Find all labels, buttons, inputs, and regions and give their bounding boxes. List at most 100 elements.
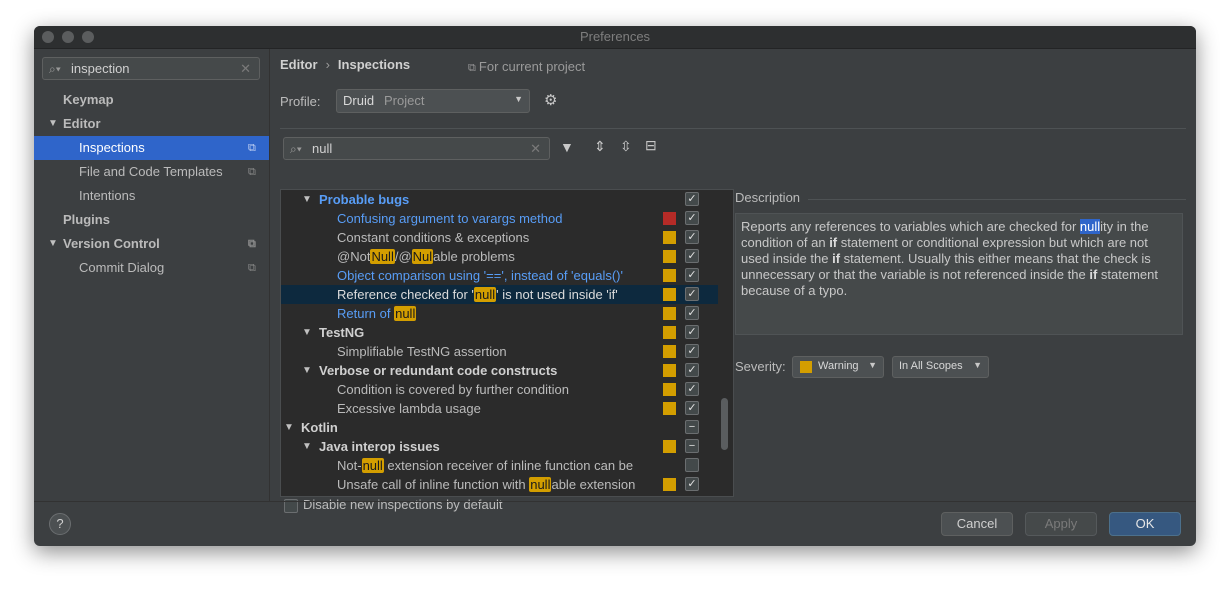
tree-scrollbar[interactable] (721, 398, 728, 450)
clear-search-icon[interactable]: ✕ (240, 61, 251, 77)
collapse-all-icon[interactable]: ⇳ (620, 138, 632, 155)
tree-row-label: @NotNull/@Nulable problems (337, 249, 515, 264)
severity-select[interactable]: Warning ▼ (792, 356, 884, 378)
severity-warning-swatch (800, 361, 812, 373)
sidebar-item-editor[interactable]: ▼ Editor (34, 112, 269, 136)
tree-row-unsafe-call-inline[interactable]: Unsafe call of inline function with null… (281, 475, 718, 494)
tree-row-label: Kotlin (301, 420, 338, 435)
tree-row-return-of-null[interactable]: Return of null ✓ (281, 304, 718, 323)
project-scope-icon: ⧉ (248, 166, 256, 178)
expand-arrow-icon[interactable]: ▼ (302, 323, 312, 342)
title-bar: Preferences (34, 26, 1196, 49)
enabled-checkbox[interactable]: ✓ (685, 477, 699, 491)
search-icon: ⌕▾ (290, 142, 302, 156)
enabled-checkbox[interactable]: ✓ (685, 401, 699, 415)
enabled-checkbox[interactable]: ✓ (685, 382, 699, 396)
chevron-down-icon: ▼ (514, 94, 523, 104)
tree-group-kotlin[interactable]: ▼ Kotlin − (281, 418, 718, 437)
settings-search-input[interactable]: ⌕▾ inspection ✕ (42, 57, 260, 80)
tree-row-excessive-lambda[interactable]: Excessive lambda usage ✓ (281, 399, 718, 418)
tree-row-label: Condition is covered by further conditio… (337, 382, 569, 397)
sidebar-item-label: Commit Dialog (79, 260, 165, 275)
sidebar-item-label: Editor (63, 116, 101, 131)
partial-checkbox[interactable]: − (685, 420, 699, 434)
help-button[interactable]: ? (49, 513, 71, 535)
filter-icon[interactable]: ▼ (560, 139, 574, 155)
expand-arrow-icon[interactable]: ▼ (48, 112, 58, 136)
tree-row-reference-checked-for-null[interactable]: Reference checked for 'null' is not used… (281, 285, 718, 304)
severity-warning-swatch (663, 269, 676, 282)
severity-warning-swatch (663, 402, 676, 415)
tree-group-verbose-redundant[interactable]: ▼ Verbose or redundant code constructs ✓ (281, 361, 718, 380)
ok-button[interactable]: OK (1109, 512, 1181, 536)
enabled-checkbox[interactable]: ✓ (685, 230, 699, 244)
expand-arrow-icon[interactable]: ▼ (48, 232, 58, 256)
inspection-tree: ▼ Probable bugs ✓ Confusing argument to … (280, 189, 734, 497)
sidebar-item-commit-dialog[interactable]: Commit Dialog ⧉ (34, 256, 269, 280)
minimize-window-icon[interactable] (62, 31, 74, 43)
sidebar-item-inspections[interactable]: Inspections ⧉ (34, 136, 269, 160)
expand-arrow-icon[interactable]: ▼ (302, 361, 312, 380)
expand-arrow-icon[interactable]: ▼ (302, 437, 312, 456)
divider (34, 501, 1196, 502)
profile-select[interactable]: Druid Project ▼ (336, 89, 530, 113)
tree-group-probable-bugs[interactable]: ▼ Probable bugs ✓ (281, 190, 718, 209)
description-title: Description (735, 190, 801, 205)
partial-checkbox[interactable]: − (685, 439, 699, 453)
tree-row-notnull-nullable[interactable]: @NotNull/@Nulable problems ✓ (281, 247, 718, 266)
tree-row-object-comparison[interactable]: Object comparison using '==', instead of… (281, 266, 718, 285)
severity-error-swatch (663, 212, 676, 225)
tree-row-condition-covered[interactable]: Condition is covered by further conditio… (281, 380, 718, 399)
enabled-checkbox[interactable]: ✓ (685, 287, 699, 301)
tree-row-constant-conditions[interactable]: Constant conditions & exceptions ✓ (281, 228, 718, 247)
expand-arrow-icon[interactable]: ▼ (302, 190, 312, 209)
enabled-checkbox[interactable] (685, 458, 699, 472)
chevron-down-icon: ▼ (973, 360, 982, 370)
apply-button[interactable]: Apply (1025, 512, 1097, 536)
enabled-checkbox[interactable]: ✓ (685, 344, 699, 358)
profile-name: Druid (343, 93, 375, 108)
sidebar-item-version-control[interactable]: ▼ Version Control ⧉ (34, 232, 269, 256)
scope-note: ⧉ For current project (468, 59, 585, 75)
enabled-checkbox[interactable]: ✓ (685, 192, 699, 206)
tree-group-testng[interactable]: ▼ TestNG ✓ (281, 323, 718, 342)
cancel-button[interactable]: Cancel (941, 512, 1013, 536)
breadcrumb-editor[interactable]: Editor (280, 57, 318, 72)
profile-label: Profile: (280, 94, 321, 109)
clear-filter-icon[interactable]: ✕ (530, 141, 541, 157)
enabled-checkbox[interactable]: ✓ (685, 268, 699, 282)
settings-sidebar: ⌕▾ inspection ✕ Keymap ▼ Editor Inspecti… (34, 49, 270, 501)
enabled-checkbox[interactable]: ✓ (685, 249, 699, 263)
sidebar-item-label: Plugins (63, 212, 110, 227)
enabled-checkbox[interactable]: ✓ (685, 325, 699, 339)
severity-warning-swatch (663, 326, 676, 339)
enabled-checkbox[interactable]: ✓ (685, 211, 699, 225)
tree-row-label: TestNG (319, 325, 365, 340)
inspection-filter-input[interactable]: ⌕▾ null ✕ (283, 137, 550, 160)
expand-all-icon[interactable]: ⇕ (594, 138, 606, 155)
tree-group-java-interop[interactable]: ▼ Java interop issues − (281, 437, 718, 456)
reset-icon[interactable]: ⊟ (645, 137, 657, 154)
gear-icon[interactable]: ⚙ (544, 91, 557, 109)
sidebar-item-plugins[interactable]: Plugins (34, 208, 269, 232)
tree-row-simplifiable-testng[interactable]: Simplifiable TestNG assertion ✓ (281, 342, 718, 361)
close-window-icon[interactable] (42, 31, 54, 43)
tree-row-confusing-varargs[interactable]: Confusing argument to varargs method ✓ (281, 209, 718, 228)
tree-row-not-null-extension-receiver[interactable]: Not-null extension receiver of inline fu… (281, 456, 718, 475)
severity-warning-swatch (663, 231, 676, 244)
tree-row-label: Probable bugs (319, 192, 410, 207)
sidebar-item-keymap[interactable]: Keymap (34, 88, 269, 112)
tree-row-label: Excessive lambda usage (337, 401, 481, 416)
tree-row-label: Constant conditions & exceptions (337, 230, 530, 245)
breadcrumb: Editor › Inspections (280, 57, 410, 72)
enabled-checkbox[interactable]: ✓ (685, 363, 699, 377)
zoom-window-icon[interactable] (82, 31, 94, 43)
sidebar-item-intentions[interactable]: Intentions (34, 184, 269, 208)
scope-select[interactable]: In All Scopes ▼ (892, 356, 989, 378)
tree-row-label: Unsafe call of inline function with null… (337, 477, 636, 492)
severity-label: Severity: (735, 359, 786, 374)
sidebar-item-file-and-code-templates[interactable]: File and Code Templates ⧉ (34, 160, 269, 184)
enabled-checkbox[interactable]: ✓ (685, 306, 699, 320)
expand-arrow-icon[interactable]: ▼ (284, 418, 294, 437)
tree-row-label: Simplifiable TestNG assertion (337, 344, 507, 359)
